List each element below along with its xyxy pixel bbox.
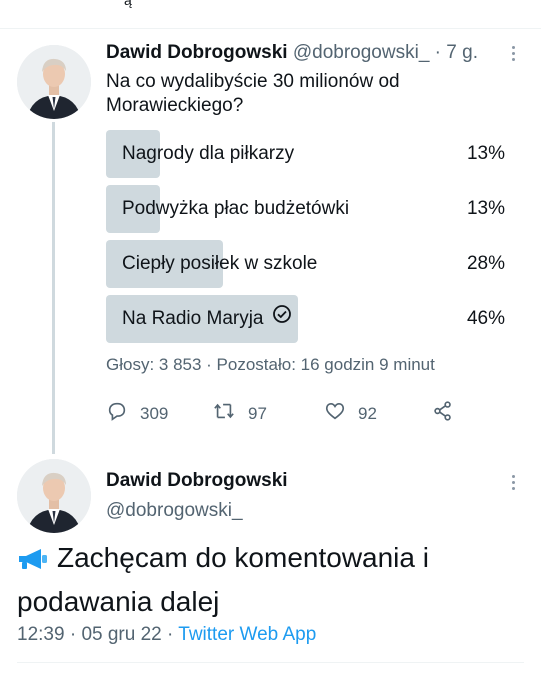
poll-option: Nagrody dla piłkarzy 13% [106,130,508,178]
retweet-count: 97 [248,403,267,423]
author-name[interactable]: Dawid Dobrogowski [106,470,288,492]
check-icon [272,295,292,343]
poll-option-label: Nagrody dla piłkarzy [122,143,295,164]
separator: · [434,42,441,63]
poll-option-percent: 46% [466,308,505,329]
poll-option: Podwyżka płac budżetówki 13% [106,185,508,233]
megaphone-icon [17,542,51,582]
tweet-meta: 12:39 · 05 gru 22 · Twitter Web App [17,624,316,646]
tweet-date[interactable]: 05 gru 22 [81,624,161,645]
poll-option-label-text: Na Radio Maryja [122,308,264,329]
tweet-header: Dawid Dobrogowski @dobrogowski_ · 7 g. [106,41,478,65]
more-icon[interactable] [506,41,520,65]
share-icon [432,400,466,427]
like-icon [324,400,358,427]
tweet-actions: 309 97 92 [106,400,466,428]
poll-option: Ciepły posiłek w szkole 28% [106,240,508,288]
poll-meta: Głosy: 3 853 · Pozostało: 16 godzin 9 mi… [106,355,435,374]
tweet-main-text: Zachęcam do komentowania i podawania dal… [17,538,532,622]
separator: · [167,624,174,645]
tweet-text: Na co wydalibyście 30 milionów od Morawi… [106,71,400,116]
retweet-icon [212,400,248,427]
share-button[interactable] [432,400,466,427]
poll-option-label: Podwyżka płac budżetówki [122,198,350,219]
author-handle[interactable]: @dobrogowski_ [106,500,243,522]
reply-count: 309 [140,403,169,423]
avatar[interactable] [17,45,91,119]
thread-line [52,122,55,454]
separator: · [69,624,77,645]
top-bar: ą [0,0,541,29]
tweet-time[interactable]: 7 g. [446,42,478,63]
avatar[interactable] [17,459,91,533]
source-app-link[interactable]: Twitter Web App [178,624,316,645]
reply-icon [106,400,140,427]
poll-option-label: Ciepły posiłek w szkole [122,253,318,274]
retweet-button[interactable]: 97 [212,400,267,427]
like-button[interactable]: 92 [324,400,377,427]
tweet-main-text-content: Zachęcam do komentowania i podawania dal… [17,542,429,617]
poll-option-percent: 13% [466,198,505,219]
poll-option: Na Radio Maryja 46% [106,295,508,343]
more-icon[interactable] [506,470,520,494]
author-handle[interactable]: @dobrogowski_ [293,42,430,63]
divider [17,662,524,663]
like-count: 92 [358,403,377,423]
author-name[interactable]: Dawid Dobrogowski [106,42,288,63]
reply-button[interactable]: 309 [106,400,168,427]
poll-option-label-selected: Na Radio Maryja [122,295,292,343]
tweet-time[interactable]: 12:39 [17,624,65,645]
poll-option-percent: 13% [466,143,505,164]
poll-option-percent: 28% [466,253,505,274]
top-bar-glyph: ą [124,0,132,8]
